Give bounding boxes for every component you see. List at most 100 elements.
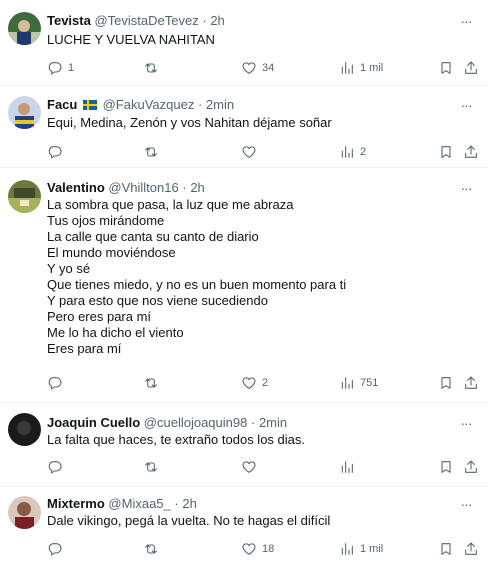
like-button[interactable]: 34 — [241, 59, 274, 77]
reply-icon — [48, 543, 62, 556]
tweet-text: La falta que haces, te extraño todos los… — [47, 432, 472, 448]
reply-feed: Tevista @TevistaDeTevez · 2h ··· LUCHE Y… — [0, 0, 488, 566]
tweet-text: LUCHE Y VUELVA NAHITAN — [47, 32, 472, 48]
heart-icon — [242, 543, 256, 555]
views-chart-icon — [341, 62, 353, 74]
avatar[interactable] — [8, 413, 41, 446]
views-chart-icon — [341, 146, 353, 158]
timestamp[interactable]: 2min — [259, 415, 287, 430]
tweet[interactable]: Tevista @TevistaDeTevez · 2h ··· LUCHE Y… — [0, 0, 488, 86]
separator-dot: · — [250, 415, 256, 430]
share-icon — [465, 542, 477, 555]
tweet-text-line: Y para esto que nos viene sucediendo — [47, 293, 268, 308]
like-count: 2 — [262, 377, 269, 389]
tweet[interactable]: Joaquin Cuello @cuellojoaquin98 · 2min ·… — [0, 403, 488, 487]
author-name[interactable]: Tevista — [47, 13, 91, 28]
tweet-actions: 2 751 — [47, 374, 477, 392]
separator-dot: · — [197, 97, 203, 112]
timestamp[interactable]: 2h — [210, 13, 224, 28]
bookmark-button[interactable] — [438, 458, 454, 476]
heart-icon — [242, 461, 256, 473]
author-name[interactable]: Facu — [47, 97, 77, 112]
tweet-text-line: El mundo moviéndose — [47, 245, 176, 260]
tweet-text: La sombra que pasa, la luz que me abraza… — [47, 197, 472, 357]
share-icon — [465, 61, 477, 74]
author-handle[interactable]: @Mixaa5_ — [108, 496, 170, 511]
bookmark-icon — [441, 377, 451, 389]
views-chart-icon — [341, 377, 353, 389]
retweet-icon — [145, 544, 157, 554]
tweet-text-line: La calle que canta su canto de diario — [47, 229, 259, 244]
share-button[interactable] — [463, 59, 479, 77]
reply-button[interactable] — [47, 458, 68, 476]
avatar[interactable] — [8, 12, 41, 45]
views-chart-icon — [341, 461, 353, 473]
retweet-button[interactable] — [143, 374, 164, 392]
views-count: 751 — [360, 377, 379, 389]
tweet-text-line: Dale vikingo, pegá la vuelta. No te haga… — [47, 513, 331, 528]
separator-dot: · — [202, 13, 207, 28]
retweet-button[interactable] — [143, 458, 164, 476]
bookmark-button[interactable] — [438, 374, 454, 392]
views-count: 1 mil — [360, 543, 384, 555]
tweet-text-line: Equi, Medina, Zenón y vos Nahitan déjame… — [47, 115, 332, 130]
bookmark-button[interactable] — [438, 540, 454, 558]
author-handle[interactable]: @TevistaDeTevez — [94, 13, 198, 28]
author-handle[interactable]: @FakuVazquez — [103, 97, 195, 112]
author-handle[interactable]: @Vhillton16 — [108, 180, 178, 195]
separator-dot: · — [182, 180, 187, 195]
share-button[interactable] — [463, 540, 479, 558]
reply-count: 1 — [68, 62, 75, 74]
like-button[interactable]: 2 — [241, 374, 268, 392]
tweet-text-line: Eres para mí — [47, 341, 122, 356]
tweet-text: Dale vikingo, pegá la vuelta. No te haga… — [47, 513, 472, 529]
tweet-header: Tevista @TevistaDeTevez · 2h — [47, 13, 448, 29]
retweet-button[interactable] — [143, 59, 164, 77]
author-name[interactable]: Joaquin Cuello — [47, 415, 140, 430]
reply-button[interactable]: 1 — [47, 59, 74, 77]
views-button[interactable] — [339, 458, 360, 476]
share-button[interactable] — [463, 458, 479, 476]
share-icon — [465, 376, 477, 389]
like-button[interactable] — [241, 458, 262, 476]
bookmark-icon — [441, 461, 451, 473]
more-options-icon[interactable]: ··· — [456, 14, 476, 32]
bookmark-button[interactable] — [438, 143, 454, 161]
retweet-icon — [145, 63, 157, 73]
tweet-text-line: Tus ojos mirándome — [47, 213, 165, 228]
timestamp[interactable]: 2h — [182, 496, 196, 511]
views-button[interactable]: 2 — [339, 143, 366, 161]
more-options-icon[interactable]: ··· — [456, 98, 476, 116]
views-count: 1 mil — [360, 62, 384, 74]
timestamp[interactable]: 2h — [190, 180, 204, 195]
views-button[interactable]: 1 mil — [339, 59, 383, 77]
timestamp[interactable]: 2min — [206, 97, 234, 112]
like-button[interactable] — [241, 143, 262, 161]
like-button[interactable]: 18 — [241, 540, 274, 558]
tweet[interactable]: Valentino @Vhillton16 · 2h ··· La sombra… — [0, 168, 488, 403]
tweet[interactable]: Facu @FakuVazquez · 2min ··· Equi, Medin… — [0, 86, 488, 168]
reply-button[interactable] — [47, 540, 68, 558]
share-button[interactable] — [463, 143, 479, 161]
avatar[interactable] — [8, 496, 41, 529]
views-button[interactable]: 751 — [339, 374, 378, 392]
author-name[interactable]: Valentino — [47, 180, 105, 195]
views-button[interactable]: 1 mil — [339, 540, 383, 558]
author-handle[interactable]: @cuellojoaquin98 — [144, 415, 248, 430]
bookmark-button[interactable] — [438, 59, 454, 77]
reply-button[interactable] — [47, 374, 68, 392]
avatar[interactable] — [8, 96, 41, 129]
retweet-button[interactable] — [143, 540, 164, 558]
author-name[interactable]: Mixtermo — [47, 496, 105, 511]
like-count: 34 — [262, 62, 275, 74]
retweet-button[interactable] — [143, 143, 164, 161]
like-count: 18 — [262, 543, 275, 555]
retweet-icon — [145, 378, 157, 388]
tweet-text-line: LUCHE Y VUELVA NAHITAN — [47, 32, 215, 47]
tweet[interactable]: Mixtermo @Mixaa5_ · 2h ··· Dale vikingo,… — [0, 487, 488, 566]
avatar[interactable] — [8, 180, 41, 213]
share-button[interactable] — [463, 374, 479, 392]
heart-icon — [242, 377, 256, 389]
tweet-text-line: La falta que haces, te extraño todos los… — [47, 432, 306, 447]
reply-button[interactable] — [47, 143, 68, 161]
